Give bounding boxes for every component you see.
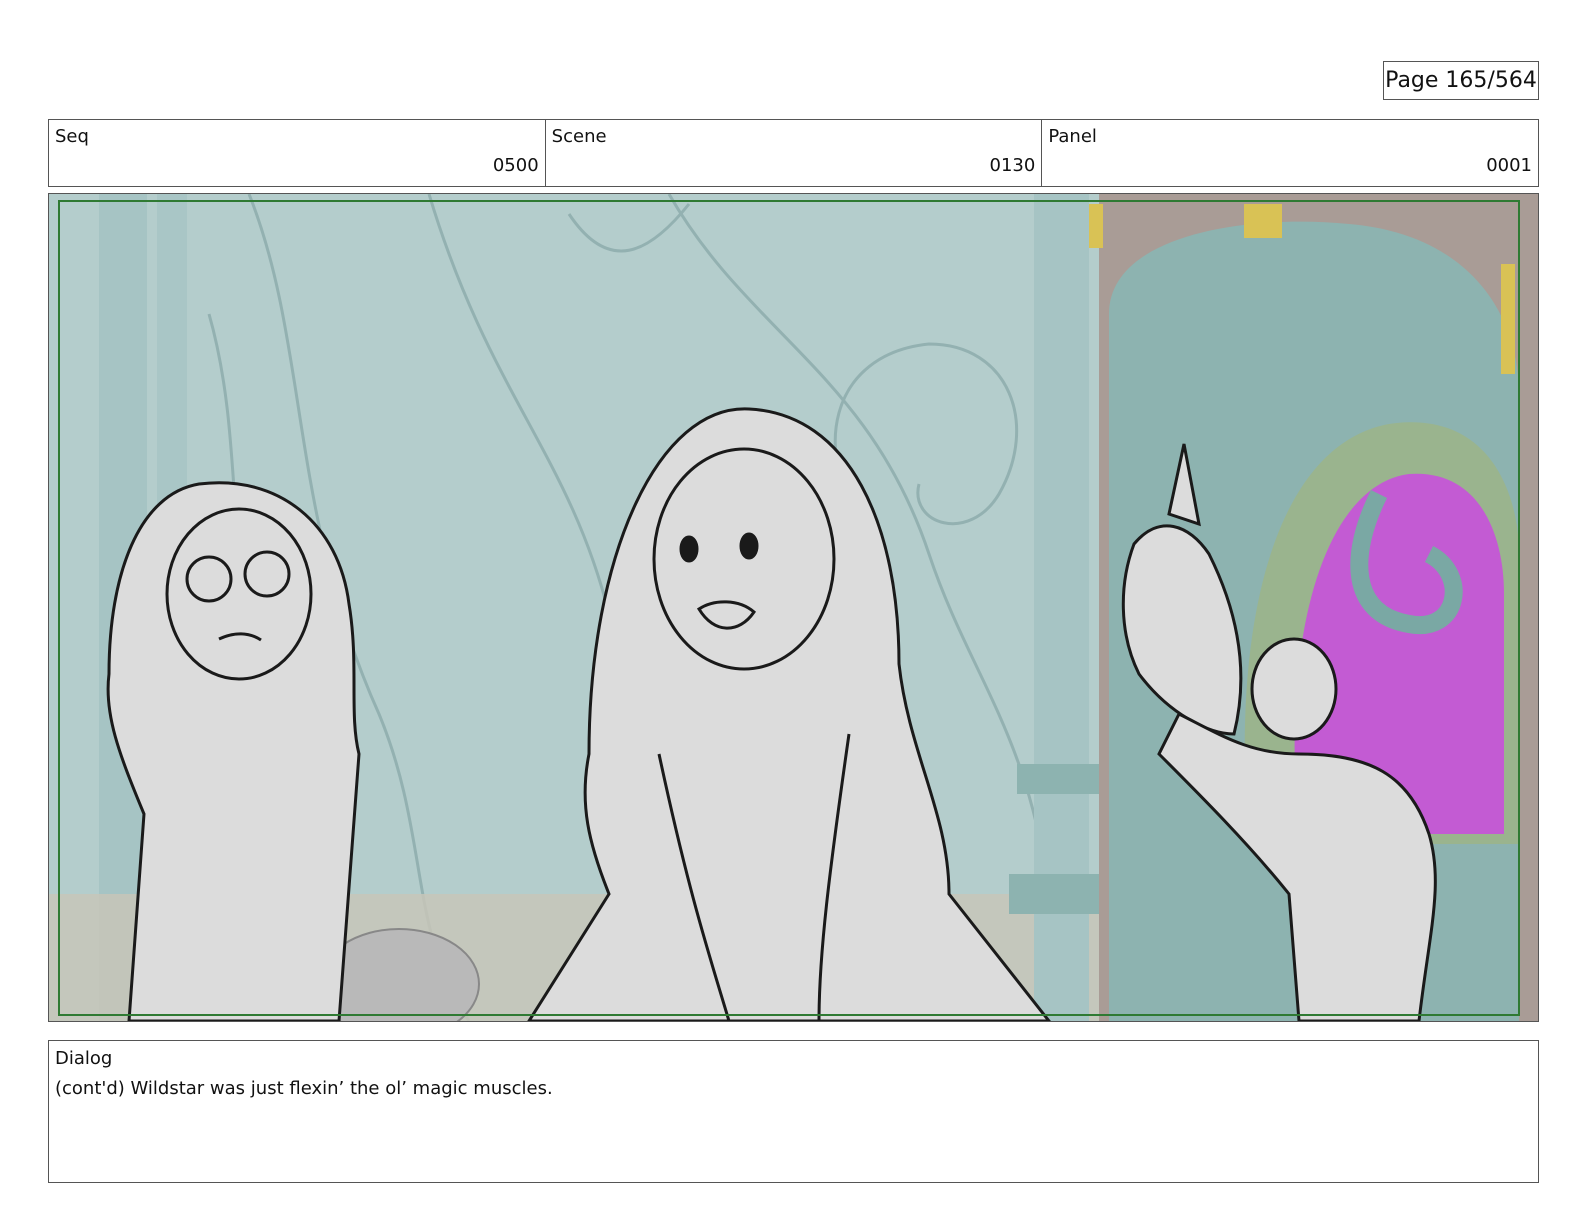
gold-lamp — [1244, 204, 1282, 238]
seq-cell: Seq 0500 — [49, 120, 546, 186]
center-pillar-foot — [1009, 874, 1113, 914]
dialog-box: Dialog (cont'd) Wildstar was just flexin… — [48, 1040, 1539, 1183]
panel-label: Panel — [1048, 126, 1097, 147]
gold-ornament — [1089, 204, 1103, 248]
character-left-girl — [106, 481, 361, 1021]
storyboard-artwork — [49, 194, 1538, 1021]
dialog-text: (cont'd) Wildstar was just flexin’ the o… — [55, 1078, 553, 1099]
scene-cell: Scene 0130 — [546, 120, 1043, 186]
shot-info-row: Seq 0500 Scene 0130 Panel 0001 — [48, 119, 1539, 187]
storyboard-panel — [48, 193, 1539, 1022]
dialog-label: Dialog — [55, 1048, 113, 1069]
gold-ornament-right — [1501, 264, 1515, 374]
seq-value: 0500 — [492, 155, 539, 176]
scene-value: 0130 — [989, 155, 1036, 176]
scene-label: Scene — [551, 126, 607, 147]
page-number: Page 165/564 — [1383, 61, 1539, 100]
center-pillar-base — [1017, 764, 1105, 794]
seq-label: Seq — [55, 126, 89, 147]
panel-value: 0001 — [1486, 155, 1533, 176]
panel-cell: Panel 0001 — [1042, 120, 1538, 186]
